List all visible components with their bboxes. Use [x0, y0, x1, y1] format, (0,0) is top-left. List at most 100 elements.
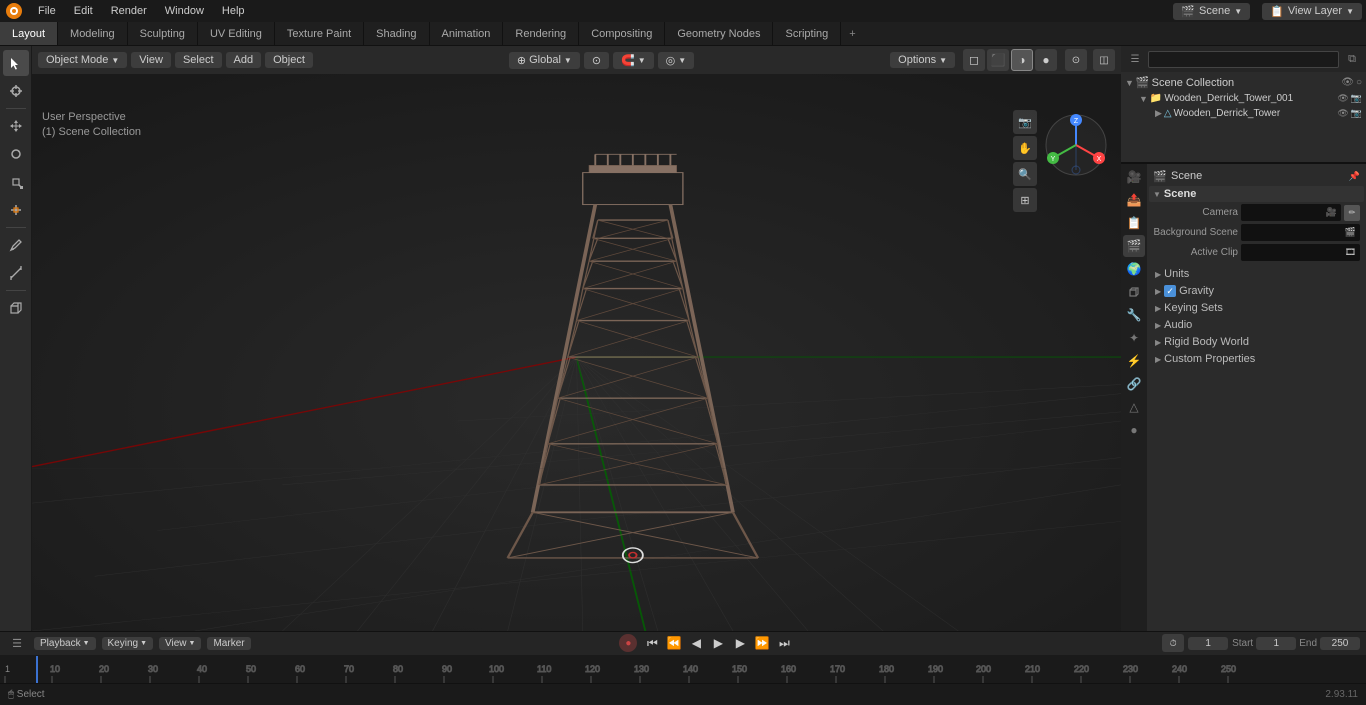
material-preview-btn[interactable]: ◑	[1011, 49, 1033, 71]
section-units[interactable]: ▶ Units	[1149, 266, 1364, 282]
xray-btn[interactable]: ◫	[1093, 49, 1115, 71]
props-tab-physics[interactable]: ⚡	[1123, 350, 1145, 372]
tab-shading[interactable]: Shading	[364, 22, 429, 45]
scene-section-header[interactable]: ▼ Scene	[1149, 186, 1364, 202]
keying-btn[interactable]: Keying ▼	[102, 637, 154, 650]
tab-modeling[interactable]: Modeling	[58, 22, 128, 45]
viewport-select-btn[interactable]: Select	[175, 52, 222, 68]
record-btn[interactable]: ●	[619, 634, 637, 652]
bg-scene-value[interactable]: 🎬	[1241, 224, 1360, 241]
proportional-btn[interactable]: ◎ ▼	[658, 52, 695, 69]
tab-scripting[interactable]: Scripting	[773, 22, 841, 45]
gravity-checkbox[interactable]: ✓	[1164, 285, 1176, 297]
mesh-restrict-viewport[interactable]: 👁	[1337, 108, 1348, 119]
scene-coll-restrict[interactable]: ○	[1356, 77, 1362, 88]
tab-animation[interactable]: Animation	[430, 22, 504, 45]
props-tab-constraints[interactable]: 🔗	[1123, 373, 1145, 395]
props-pin-icon[interactable]: 📌	[1349, 171, 1360, 182]
tool-select[interactable]	[3, 50, 29, 76]
options-btn[interactable]: Options ▼	[890, 52, 955, 68]
tab-texture-paint[interactable]: Texture Paint	[275, 22, 364, 45]
prev-frame-btn[interactable]: ⏪	[665, 634, 683, 652]
props-tab-material[interactable]: ●	[1123, 419, 1145, 441]
viewport-object-btn[interactable]: Object	[265, 52, 313, 68]
prev-keyframe-btn[interactable]: ◀	[687, 634, 705, 652]
overlay-btn[interactable]: ⊙	[1065, 49, 1087, 71]
tool-cursor[interactable]	[3, 78, 29, 104]
tool-measure[interactable]	[3, 260, 29, 286]
frame-current-input[interactable]: 1	[1188, 637, 1228, 650]
tab-uv-editing[interactable]: UV Editing	[198, 22, 275, 45]
marker-btn[interactable]: Marker	[207, 637, 250, 650]
section-custom-properties[interactable]: ▶ Custom Properties	[1149, 351, 1364, 367]
tool-annotate[interactable]	[3, 232, 29, 258]
scene-selector[interactable]: 🎬 Scene ▼	[1173, 3, 1250, 20]
viewport-canvas[interactable]: User Perspective (1) Scene Collection Z …	[32, 74, 1121, 631]
coll-restrict-render[interactable]: 📷	[1351, 93, 1362, 104]
tab-layout[interactable]: Layout	[0, 22, 58, 45]
orientation-widget[interactable]: Z X Y	[1041, 110, 1111, 180]
tool-move[interactable]	[3, 113, 29, 139]
tool-add-cube[interactable]	[3, 295, 29, 321]
view-layer-selector[interactable]: 📋 View Layer ▼	[1262, 3, 1362, 20]
transform-pivot-btn[interactable]: ⊙	[584, 52, 609, 69]
menu-render[interactable]: Render	[103, 3, 155, 19]
jump-start-btn[interactable]: ⏮	[643, 634, 661, 652]
scene-coll-eye[interactable]: 👁	[1341, 77, 1354, 88]
clock-icon[interactable]: ⏱	[1162, 634, 1184, 652]
wireframe-btn[interactable]: ◻	[963, 49, 985, 71]
viewport-view-btn[interactable]: View	[131, 52, 171, 68]
outliner-search[interactable]	[1148, 51, 1339, 68]
frame-end-input[interactable]	[1320, 637, 1360, 650]
section-gravity[interactable]: ▶ ✓ Gravity	[1149, 283, 1364, 299]
props-tab-data[interactable]: △	[1123, 396, 1145, 418]
tool-transform[interactable]	[3, 197, 29, 223]
timeline-view-btn[interactable]: View ▼	[159, 637, 201, 650]
object-mode-btn[interactable]: Object Mode ▼	[38, 52, 127, 68]
props-tab-output[interactable]: 📤	[1123, 189, 1145, 211]
props-tab-object[interactable]	[1123, 281, 1145, 303]
solid-btn[interactable]: ⬛	[987, 49, 1009, 71]
tab-rendering[interactable]: Rendering	[503, 22, 579, 45]
tab-geometry-nodes[interactable]: Geometry Nodes	[665, 22, 773, 45]
tab-compositing[interactable]: Compositing	[579, 22, 665, 45]
next-frame-btn[interactable]: ⏩	[753, 634, 771, 652]
outliner-menu-btn[interactable]: ☰	[1125, 49, 1145, 69]
tab-add-button[interactable]: +	[841, 25, 863, 43]
menu-file[interactable]: File	[30, 3, 64, 19]
section-rigid-body-world[interactable]: ▶ Rigid Body World	[1149, 334, 1364, 350]
frame-start-input[interactable]	[1256, 637, 1296, 650]
menu-help[interactable]: Help	[214, 3, 253, 19]
props-tab-particles[interactable]: ✦	[1123, 327, 1145, 349]
tool-scale[interactable]	[3, 169, 29, 195]
viewport-add-btn[interactable]: Add	[226, 52, 262, 68]
jump-end-btn[interactable]: ⏭	[775, 634, 793, 652]
timeline-ruler[interactable]: 1 10 20 30 40 50 60 70 80 90 100 110 120…	[0, 656, 1366, 683]
tool-rotate[interactable]	[3, 141, 29, 167]
play-btn[interactable]: ▶	[709, 634, 727, 652]
coll-restrict-viewport[interactable]: 👁	[1337, 93, 1348, 104]
rendered-btn[interactable]: ●	[1035, 49, 1057, 71]
timeline-menu-btn[interactable]: ☰	[6, 632, 28, 654]
camera-btn[interactable]: 📷	[1013, 110, 1037, 134]
camera-edit-btn[interactable]: ✏	[1344, 205, 1360, 221]
transform-global-btn[interactable]: ⊕ Global ▼	[509, 52, 580, 69]
props-tab-view-layer[interactable]: 📋	[1123, 212, 1145, 234]
layer-btn[interactable]: ⊞	[1013, 188, 1037, 212]
next-keyframe-btn[interactable]: ▶	[731, 634, 749, 652]
scene-collection-item[interactable]: ▼ 🎬 Scene Collection 👁 ○	[1125, 74, 1362, 91]
props-tab-world[interactable]: 🌍	[1123, 258, 1145, 280]
viewport[interactable]: Object Mode ▼ View Select Add Object ⊕ G…	[32, 46, 1121, 631]
props-tab-scene[interactable]: 🎬	[1123, 235, 1145, 257]
props-tab-render[interactable]: 🎥	[1123, 166, 1145, 188]
playback-btn[interactable]: Playback ▼	[34, 637, 96, 650]
mesh-item-wooden-derrick[interactable]: ▶ △ Wooden_Derrick_Tower 👁 📷	[1125, 106, 1362, 121]
snapping-btn[interactable]: 🧲 ▼	[613, 52, 654, 69]
tab-sculpting[interactable]: Sculpting	[128, 22, 198, 45]
section-keying-sets[interactable]: ▶ Keying Sets	[1149, 300, 1364, 316]
outliner-filter-btn[interactable]: ⧉	[1342, 49, 1362, 69]
mesh-restrict-render[interactable]: 📷	[1351, 108, 1362, 119]
menu-window[interactable]: Window	[157, 3, 212, 19]
section-audio[interactable]: ▶ Audio	[1149, 317, 1364, 333]
props-tab-modifier[interactable]: 🔧	[1123, 304, 1145, 326]
